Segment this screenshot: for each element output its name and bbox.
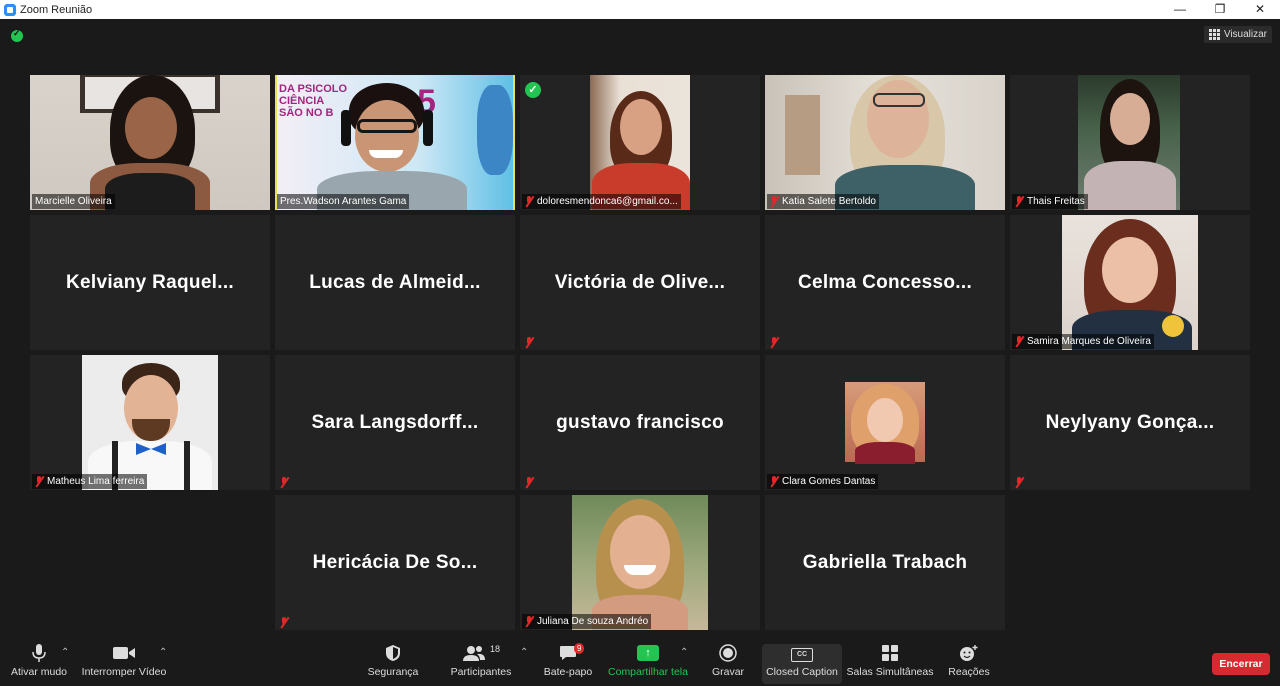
breakout-rooms-icon (881, 640, 899, 666)
banner-text: DA PSICOLO CIÊNCIA SÃO NO B (279, 83, 348, 119)
participant-tile[interactable]: Kelviany Raquel... (30, 215, 270, 350)
participants-icon: 18 (462, 640, 500, 666)
window-title: Zoom Reunião (20, 3, 93, 16)
participants-button[interactable]: 18 Participantes (446, 640, 516, 684)
participant-display-name: Gabriella Trabach (802, 552, 968, 573)
muted-mic-icon (525, 477, 534, 488)
view-button[interactable]: Visualizar (1203, 26, 1272, 43)
muted-mic-icon (1015, 196, 1024, 207)
muted-mic-icon (770, 476, 779, 487)
participant-video: DA PSICOLO CIÊNCIA SÃO NO B 5 (277, 75, 513, 210)
muted-mic-icon (770, 196, 779, 207)
participants-count: 18 (489, 644, 500, 654)
chat-unread-badge: 9 (574, 643, 585, 654)
participant-display-name: Celma Concesso... (797, 272, 973, 293)
record-icon (719, 640, 737, 666)
share-screen-icon: ↑ (637, 640, 659, 666)
participant-tile[interactable]: Samira Marques de Oliveira (1010, 215, 1250, 350)
muted-mic-icon (280, 617, 289, 628)
participant-display-name: Victória de Olive... (554, 272, 726, 293)
window-controls: — ❐ ✕ (1160, 0, 1280, 19)
zoom-app-icon (4, 3, 16, 16)
participant-tile[interactable]: Neylyany Gonça... (1010, 355, 1250, 490)
muted-mic-icon (1015, 477, 1024, 488)
participant-name-label: Juliana De souza Andréo (522, 614, 652, 629)
muted-mic-icon (35, 476, 44, 487)
participant-tile-active-speaker[interactable]: DA PSICOLO CIÊNCIA SÃO NO B 5 Pres.Wadso… (275, 75, 515, 210)
window-titlebar: Zoom Reunião — ❐ ✕ (0, 0, 1280, 19)
encryption-shield-icon[interactable] (11, 28, 23, 42)
participant-display-name: Hericácia De So... (312, 552, 478, 573)
minimize-button[interactable]: — (1160, 0, 1200, 19)
participant-tile[interactable]: Matheus Lima ferreira (30, 355, 270, 490)
participant-display-name: gustavo francisco (556, 412, 724, 433)
participant-tile[interactable]: Clara Gomes Dantas (765, 355, 1005, 490)
participants-options-chevron-icon[interactable]: ⌃ (520, 647, 528, 658)
participant-tile[interactable]: ✓ doloresmendonca6@gmail.co... (520, 75, 760, 210)
end-meeting-button[interactable]: Encerrar (1212, 653, 1270, 675)
closed-caption-icon: CC (791, 644, 813, 666)
participant-tile[interactable]: Sara Langsdorff... (275, 355, 515, 490)
participant-video (82, 355, 218, 490)
maximize-button[interactable]: ❐ (1200, 0, 1240, 19)
muted-mic-icon (1015, 336, 1024, 347)
participant-tile[interactable]: gustavo francisco (520, 355, 760, 490)
grid-view-icon (1208, 29, 1220, 40)
microphone-icon (31, 640, 47, 666)
participant-name-label: Matheus Lima ferreira (32, 474, 148, 489)
participant-display-name: Neylyany Gonça... (1045, 412, 1215, 433)
participant-tile[interactable]: Marcielle Oliveira (30, 75, 270, 210)
verified-check-icon: ✓ (525, 82, 541, 98)
participant-tile[interactable]: Katia Salete Bertoldo (765, 75, 1005, 210)
smiley-plus-icon (959, 640, 979, 666)
video-options-chevron-icon[interactable]: ⌃ (159, 647, 167, 658)
participant-tile[interactable]: Victória de Olive... (520, 215, 760, 350)
participant-name-label: doloresmendonca6@gmail.co... (522, 194, 681, 209)
participant-display-name: Kelviany Raquel... (65, 272, 234, 293)
participant-video (30, 75, 270, 210)
chat-button[interactable]: 9 Bate-papo (540, 640, 596, 684)
muted-mic-icon (280, 477, 289, 488)
participant-video (572, 495, 708, 630)
participant-name-label: Samira Marques de Oliveira (1012, 334, 1154, 349)
muted-mic-icon (525, 616, 534, 627)
share-options-chevron-icon[interactable]: ⌃ (680, 647, 688, 658)
participant-tile[interactable]: Juliana De souza Andréo (520, 495, 760, 630)
view-button-label: Visualizar (1223, 29, 1267, 40)
close-button[interactable]: ✕ (1240, 0, 1280, 19)
audio-options-chevron-icon[interactable]: ⌃ (61, 647, 69, 658)
shield-icon (385, 640, 401, 666)
record-button[interactable]: Gravar (705, 640, 751, 684)
muted-mic-icon (525, 196, 534, 207)
participant-tile[interactable]: Lucas de Almeid... (275, 215, 515, 350)
participant-display-name: Sara Langsdorff... (311, 412, 479, 433)
participant-photo (845, 382, 925, 464)
security-button[interactable]: Segurança (363, 640, 423, 684)
chat-bubble-icon: 9 (559, 640, 585, 666)
participant-video (1078, 75, 1180, 210)
participant-name-label: Katia Salete Bertoldo (767, 194, 879, 209)
meeting-topbar: Visualizar (0, 19, 1280, 51)
participant-video (1062, 215, 1198, 350)
participant-display-name: Lucas de Almeid... (309, 272, 481, 293)
participant-tile[interactable]: Thais Freitas (1010, 75, 1250, 210)
muted-mic-icon (525, 337, 534, 348)
participant-name-label: Marcielle Oliveira (32, 194, 115, 209)
participant-tile[interactable]: Celma Concesso... (765, 215, 1005, 350)
participant-tile[interactable]: Gabriella Trabach (765, 495, 1005, 630)
participant-video (590, 75, 690, 210)
participant-tile[interactable]: Hericácia De So... (275, 495, 515, 630)
stop-video-button[interactable]: Interromper Vídeo (80, 640, 168, 684)
share-screen-button[interactable]: ↑ Compartilhar tela (605, 640, 691, 684)
breakout-rooms-button[interactable]: Salas Simultâneas (847, 640, 933, 684)
participant-name-label: Thais Freitas (1012, 194, 1088, 209)
reactions-button[interactable]: Reações (945, 640, 993, 684)
meeting-toolbar: Ativar mudo ⌃ Interromper Vídeo ⌃ Segura… (0, 637, 1280, 686)
participant-name-label: Clara Gomes Dantas (767, 474, 879, 489)
closed-caption-button[interactable]: CC Closed Caption (762, 644, 842, 684)
participant-name-label: Pres.Wadson Arantes Gama (277, 194, 410, 209)
muted-mic-icon (770, 337, 779, 348)
video-camera-icon (112, 640, 136, 666)
participant-video (765, 75, 1005, 210)
